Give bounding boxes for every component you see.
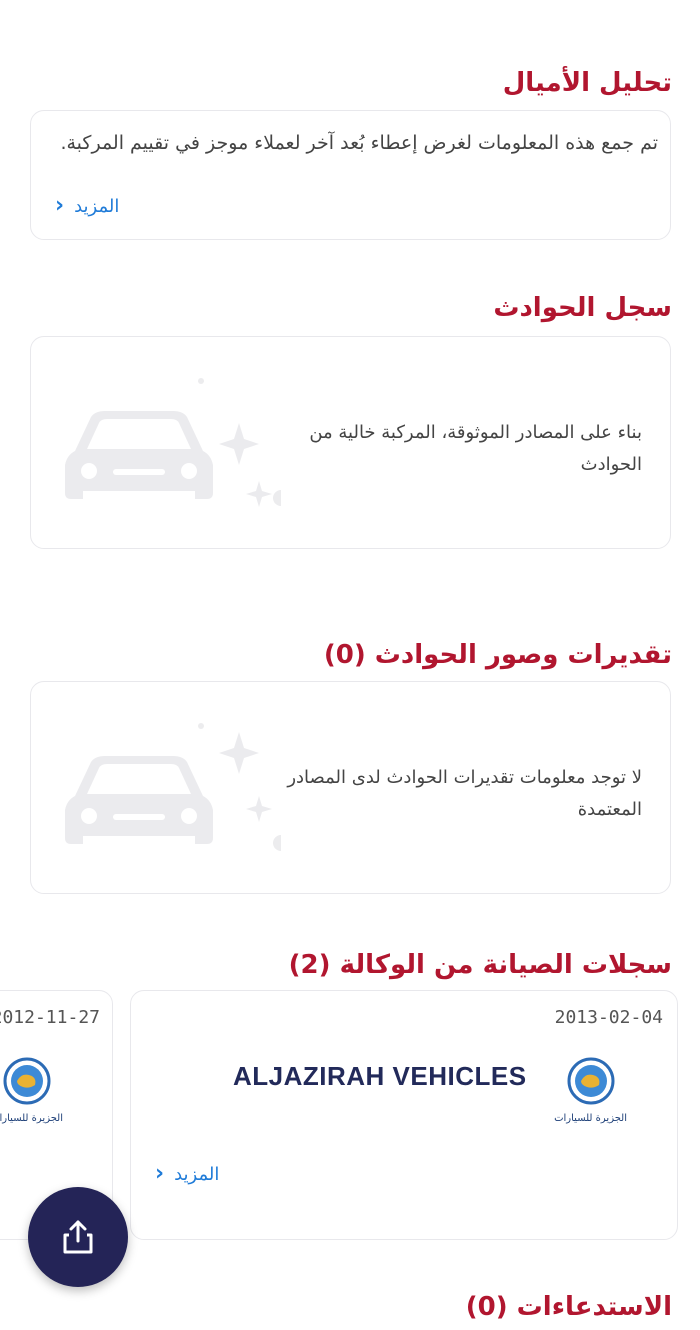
car-sparkles-icon: [65, 378, 281, 507]
mileage-more-link[interactable]: المزيد ‹: [55, 195, 119, 217]
more-label: المزيد: [174, 1163, 220, 1185]
dealer-logo-caption: الجزيرة للسيارات: [554, 1113, 627, 1124]
estimates-card: لا توجد معلومات تقديرات الحوادث لدى المص…: [30, 681, 671, 894]
share-button[interactable]: [28, 1187, 128, 1287]
recalls-section-title: الاستدعاءات (0): [465, 1292, 672, 1322]
car-sparkles-icon: [65, 723, 281, 851]
service-date: 2012-11-27: [0, 1007, 100, 1028]
chevron-left-icon: ‹: [55, 193, 65, 218]
share-icon: [63, 1220, 93, 1254]
chevron-left-icon: ‹: [155, 1161, 165, 1186]
service-record-card-1[interactable]: 2013-02-04 ALJAZIRAH VEHICLES الجزيرة لل…: [130, 990, 678, 1240]
service-more-link[interactable]: المزيد ‹: [155, 1163, 219, 1185]
accidents-message: بناء على المصادر الموثوقة، المركبة خالية…: [309, 422, 642, 475]
accidents-section-title: سجل الحوادث: [493, 293, 672, 323]
accidents-card: بناء على المصادر الموثوقة، المركبة خالية…: [30, 336, 671, 549]
service-section-title: سجلات الصيانة من الوكالة (2): [288, 950, 672, 980]
dealer-name: ALJAZIRAH VEHICLES: [233, 1061, 527, 1091]
dealer-logo-icon: [567, 1057, 615, 1105]
dealer-logo-icon: [3, 1057, 51, 1105]
estimates-section-title: تقديرات وصور الحوادث (0): [323, 640, 672, 670]
more-label: المزيد: [74, 195, 120, 217]
mileage-section-title: تحليل الأميال: [502, 68, 672, 98]
mileage-description: تم جمع هذه المعلومات لغرض إعطاء بُعد آخر…: [60, 132, 658, 154]
dealer-logo-caption: الجزيرة للسيارات: [0, 1113, 63, 1124]
estimates-message: لا توجد معلومات تقديرات الحوادث لدى المص…: [287, 767, 642, 820]
service-date: 2013-02-04: [554, 1007, 663, 1028]
mileage-card: تم جمع هذه المعلومات لغرض إعطاء بُعد آخر…: [30, 110, 671, 240]
